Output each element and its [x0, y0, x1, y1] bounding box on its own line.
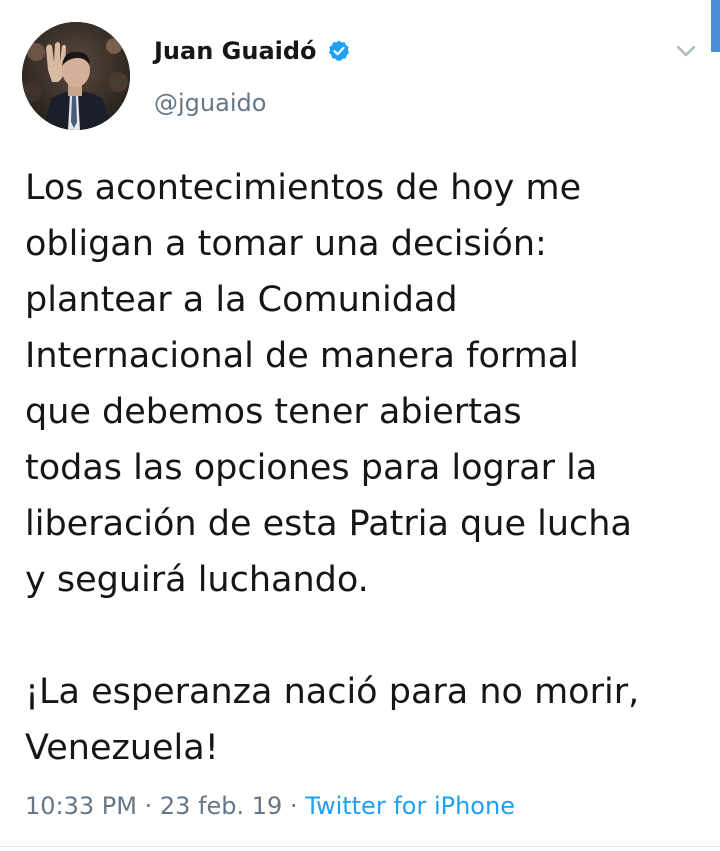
tweet-text-line: Venezuela! [25, 728, 219, 768]
avatar[interactable] [22, 22, 130, 130]
tweet-text-line: y seguirá luchando. [25, 560, 369, 600]
tweet-text-line: que debemos tener abiertas [25, 392, 522, 432]
chevron-down-icon[interactable] [670, 38, 702, 64]
tweet-text-line: Los acontecimientos de hoy me [25, 168, 582, 208]
tweet-date[interactable]: 23 feb. 19 [160, 792, 282, 820]
tweet-text-line: plantear a la Comunidad [25, 280, 458, 320]
tweet-text-line: Internacional de manera formal [25, 336, 579, 376]
author-name-text[interactable]: Juan Guaidó [154, 34, 317, 68]
tweet-source-link[interactable]: Twitter for iPhone [305, 792, 515, 820]
tweet-text-line: ¡La esperanza nació para no morir, [25, 672, 640, 712]
tweet-time[interactable]: 10:33 PM [25, 792, 137, 820]
meta-separator: · [289, 792, 298, 820]
tweet-text-line: obligan a tomar una decisión: [25, 224, 547, 264]
tweet-card: Juan Guaidó @jguaido Los acontecimientos… [0, 0, 720, 851]
tweet-text-line: todas las opciones para lograr la [25, 448, 598, 488]
author-name[interactable]: Juan Guaidó [154, 34, 351, 68]
tweet-text: Los acontecimientos de hoy me obligan a … [25, 160, 715, 776]
tweet-text-line: liberación de esta Patria que lucha [25, 504, 632, 544]
profile-photo-icon [22, 22, 130, 130]
meta-separator: · [144, 792, 153, 820]
author-handle[interactable]: @jguaido [154, 86, 266, 120]
verified-badge-icon [328, 40, 349, 61]
tweet-meta: 10:33 PM · 23 feb. 19 · Twitter for iPho… [25, 788, 515, 824]
scrollbar-thumb[interactable] [711, 0, 720, 52]
divider [0, 846, 720, 847]
